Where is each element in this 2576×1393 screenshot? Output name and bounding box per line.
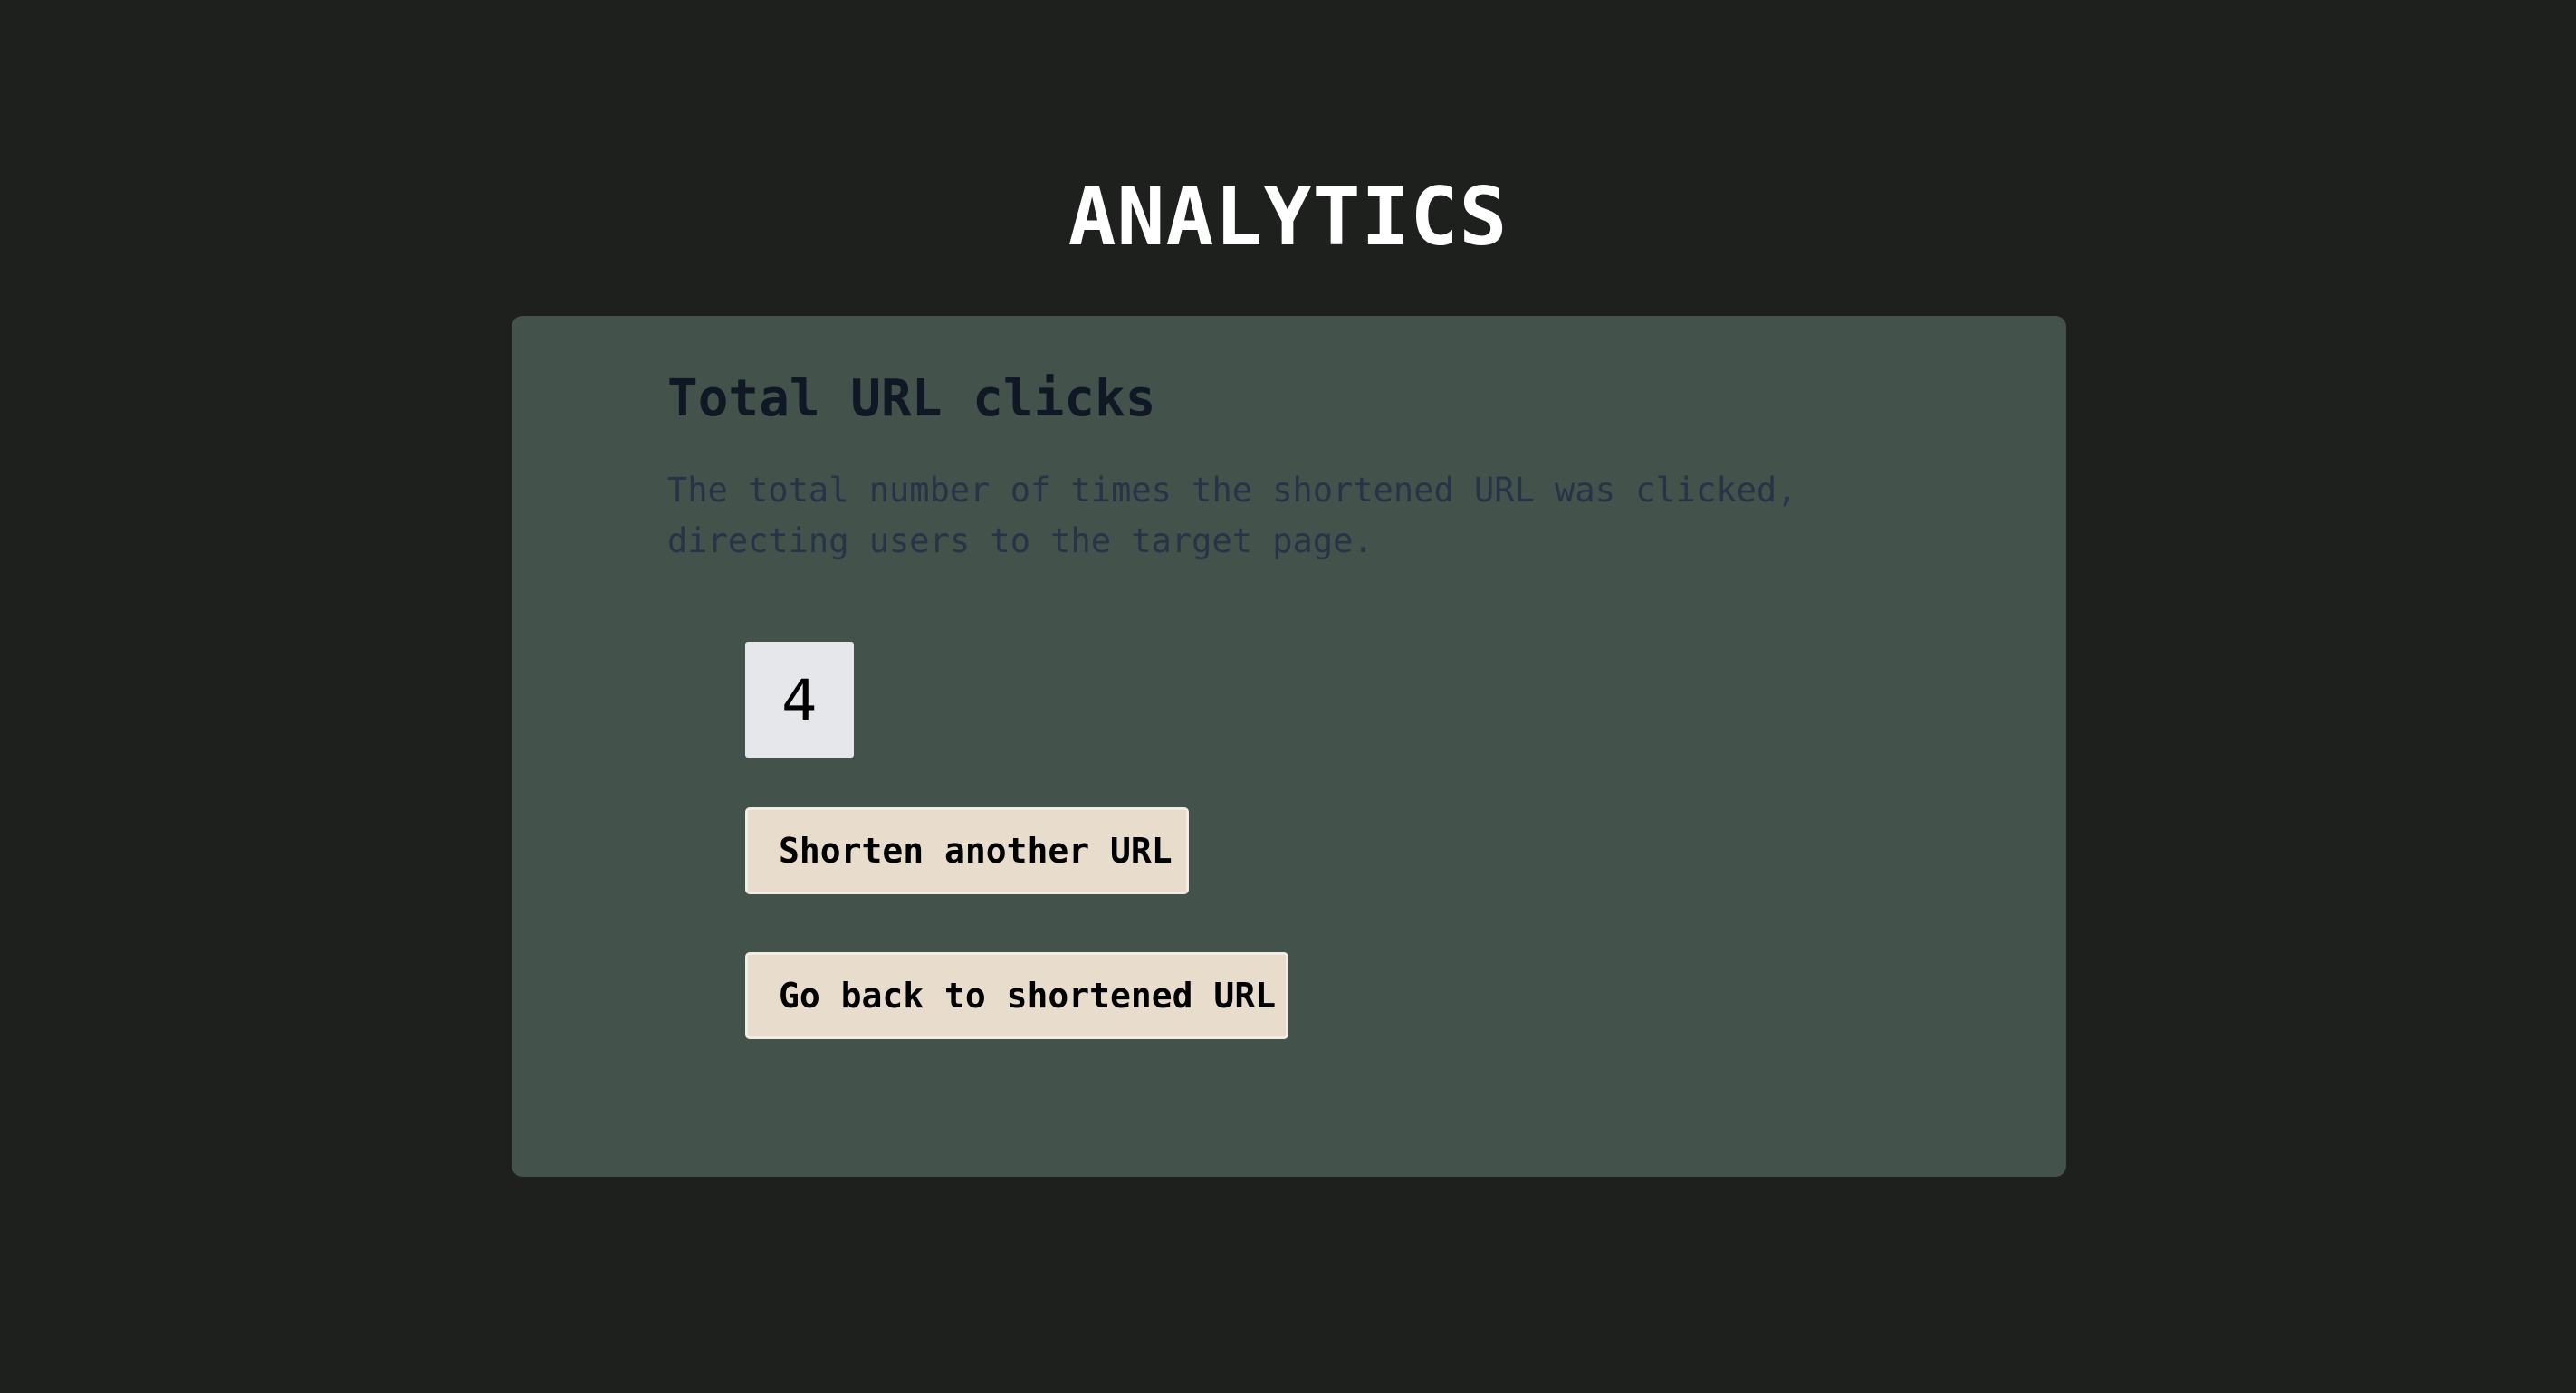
- card-heading: Total URL clicks: [667, 369, 1156, 428]
- click-count: 4: [745, 642, 854, 758]
- page-title: ANALYTICS: [1068, 170, 1508, 263]
- analytics-card: Total URL clicks The total number of tim…: [512, 316, 2066, 1177]
- shorten-another-url-button[interactable]: Shorten another URL: [745, 807, 1189, 894]
- go-back-to-shortened-url-button[interactable]: Go back to shortened URL: [745, 952, 1288, 1039]
- card-description: The total number of times the shortened …: [667, 471, 1797, 560]
